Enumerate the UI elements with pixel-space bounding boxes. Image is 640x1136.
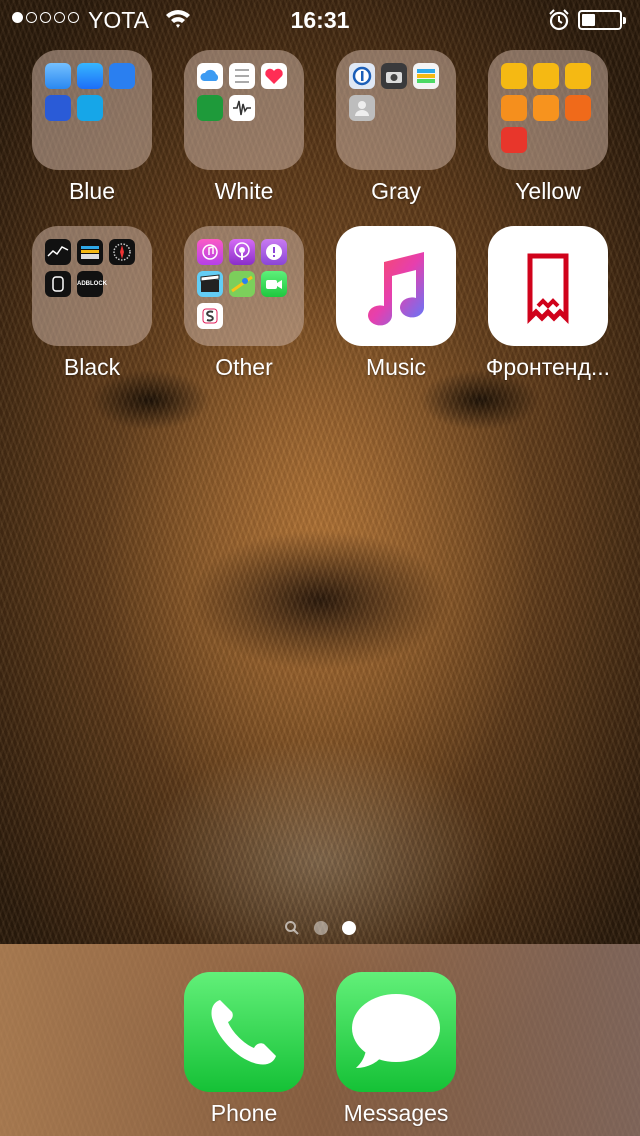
spotlight-search-icon[interactable]	[284, 920, 300, 936]
battery-icon	[578, 10, 626, 30]
folder-yellow[interactable]: Yellow	[472, 50, 624, 205]
app-frontend[interactable]: Фронтенд...	[472, 226, 624, 381]
folder-white[interactable]: White	[168, 50, 320, 205]
clips-icon	[197, 271, 223, 297]
folder-label: Black	[63, 354, 121, 380]
folder-black[interactable]: ADBLOCK Black	[16, 226, 168, 381]
status-time: 16:31	[290, 7, 350, 33]
app-store-icon	[77, 63, 103, 89]
music-note-icon	[368, 252, 424, 326]
folder-tile[interactable]	[184, 50, 304, 170]
app-label: Messages	[343, 1100, 449, 1126]
maps-icon	[229, 271, 255, 297]
bookmark-app-icon	[501, 127, 527, 153]
reminders-icon	[229, 63, 255, 89]
folder-label: White	[214, 178, 274, 204]
folder-tile[interactable]	[32, 50, 152, 170]
watch-icon	[45, 271, 71, 297]
phone-icon	[211, 1000, 276, 1065]
messages-tile[interactable]	[336, 972, 456, 1092]
folder-label: Other	[215, 354, 273, 380]
folder-tile[interactable]	[184, 226, 304, 346]
folder-blue[interactable]: Blue	[16, 50, 168, 205]
camera-icon	[381, 63, 407, 89]
folder-other[interactable]: Other	[168, 226, 320, 381]
podcasts-icon	[229, 239, 255, 265]
app-phone[interactable]: Phone	[168, 972, 320, 1127]
slack-icon	[197, 303, 223, 329]
icloud-icon	[197, 63, 223, 89]
contacts-icon	[349, 95, 375, 121]
status-bar: YOTA 16:31	[0, 0, 640, 40]
tips-icon	[565, 63, 591, 89]
page-dot-current[interactable]	[342, 921, 356, 935]
red-bookmark-icon	[527, 253, 569, 325]
settings-gold-icon	[501, 63, 527, 89]
page-dot[interactable]	[314, 921, 328, 935]
compass-icon	[109, 239, 135, 265]
message-bubble-icon	[352, 994, 440, 1068]
family-icon	[533, 63, 559, 89]
feedback-icon	[261, 239, 287, 265]
voice-memos-icon	[229, 95, 255, 121]
folder-label: Yellow	[515, 178, 581, 204]
calculator-icon	[501, 95, 527, 121]
phone-tile[interactable]	[184, 972, 304, 1092]
folder-label: Blue	[68, 178, 116, 204]
1password-icon	[349, 63, 375, 89]
itunes-icon	[197, 239, 223, 265]
app-label: Music	[365, 354, 427, 380]
outlook-icon	[45, 95, 71, 121]
facetime-icon	[261, 271, 287, 297]
app-messages[interactable]: Messages	[320, 972, 472, 1127]
wallet-pass-icon	[413, 63, 439, 89]
music-tile[interactable]	[336, 226, 456, 346]
find-friends-icon	[197, 95, 223, 121]
folder-tile[interactable]: ADBLOCK	[32, 226, 152, 346]
folder-tile[interactable]	[336, 50, 456, 170]
wallet-icon	[77, 239, 103, 265]
page-control[interactable]	[0, 920, 640, 936]
folder-gray[interactable]: Gray	[320, 50, 472, 205]
frontend-tile[interactable]	[488, 226, 608, 346]
folder-label: Gray	[371, 178, 421, 204]
timer-icon	[565, 95, 591, 121]
app-label: Фронтенд...	[485, 354, 611, 380]
weather-icon	[45, 63, 71, 89]
ibooks-icon	[533, 95, 559, 121]
touch-icon	[109, 63, 135, 89]
skype-icon	[77, 95, 103, 121]
alarm-clock-icon	[549, 9, 569, 31]
app-label: Phone	[210, 1100, 278, 1126]
adblock-icon: ADBLOCK	[77, 271, 107, 297]
folder-tile[interactable]	[488, 50, 608, 170]
battery-level	[582, 14, 595, 26]
health-icon	[261, 63, 287, 89]
app-music[interactable]: Music	[320, 226, 472, 381]
dock: Phone Messages	[0, 944, 640, 1136]
stocks-icon	[45, 239, 71, 265]
